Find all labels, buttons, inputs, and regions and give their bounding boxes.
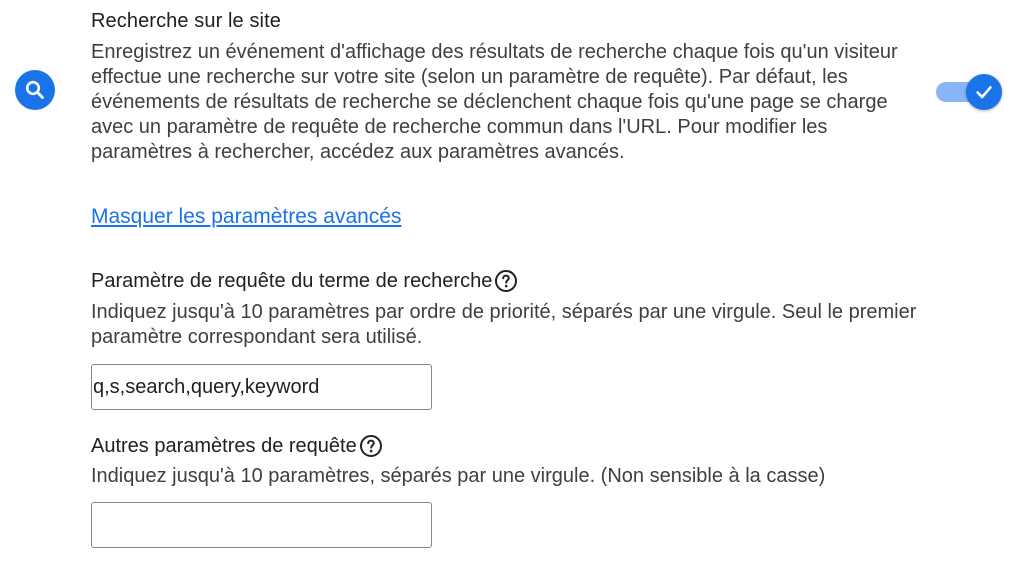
hide-advanced-settings-link[interactable]: Masquer les paramètres avancés: [91, 204, 401, 230]
section-title: Recherche sur le site: [91, 10, 281, 32]
other-params-label-text: Autres paramètres de requête: [91, 435, 357, 457]
search-term-param-label: Paramètre de requête du terme de recherc…: [91, 268, 518, 294]
section-description: Enregistrez un événement d'affichage des…: [91, 41, 898, 163]
other-params-input[interactable]: [91, 502, 432, 548]
site-search-settings: Recherche sur le site Enregistrez un évé…: [0, 0, 1024, 566]
search-term-param-help: Indiquez jusqu'à 10 paramètres par ordre…: [91, 301, 917, 348]
help-icon[interactable]: [494, 269, 518, 293]
help-icon[interactable]: [359, 434, 383, 458]
search-term-param-input[interactable]: [91, 364, 432, 410]
site-search-toggle[interactable]: [936, 74, 1002, 110]
other-params-help: Indiquez jusqu'à 10 paramètres, séparés …: [91, 465, 826, 487]
search-term-param-label-text: Paramètre de requête du terme de recherc…: [91, 270, 493, 292]
other-params-label: Autres paramètres de requête: [91, 433, 383, 459]
checkmark-icon: [966, 74, 1002, 110]
search-icon: [15, 70, 55, 110]
